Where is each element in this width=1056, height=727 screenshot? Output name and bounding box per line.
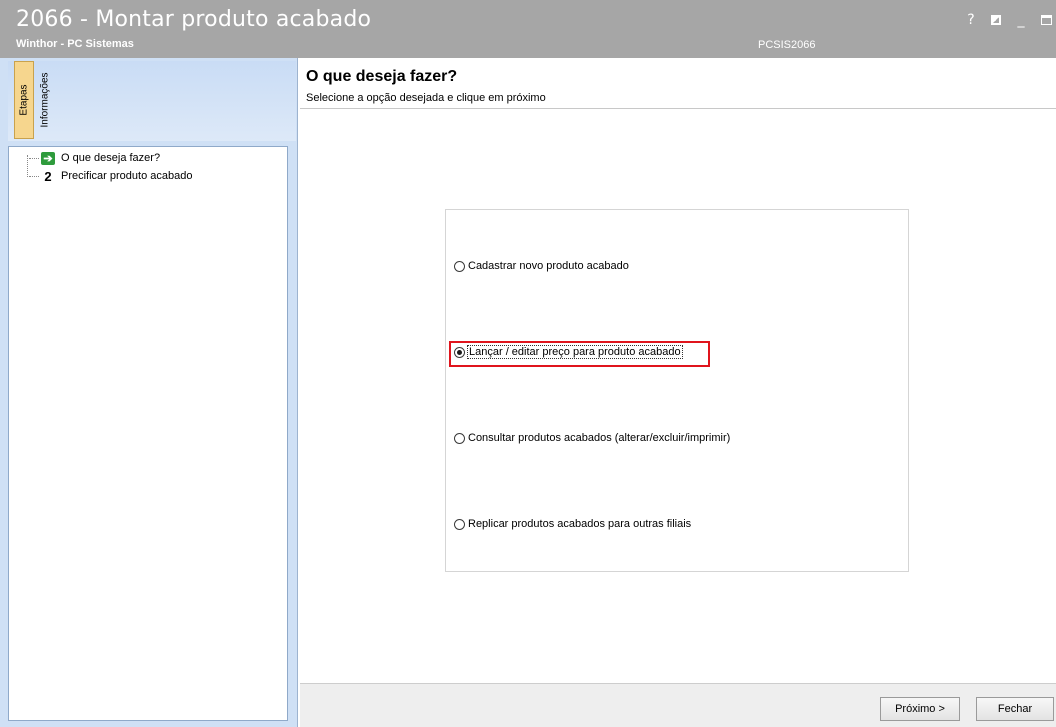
- step-number: 2: [44, 168, 52, 184]
- option-replicar[interactable]: Replicar produtos acabados para outras f…: [454, 518, 691, 530]
- routine-code: PCSIS2066: [758, 39, 816, 51]
- window-subtitle: Winthor - PC Sistemas: [16, 38, 134, 50]
- window-controls: ? _: [965, 12, 1052, 28]
- restore-icon[interactable]: [991, 15, 1001, 25]
- radio-button[interactable]: [454, 260, 465, 272]
- window-title: 2066 - Montar produto acabado: [16, 7, 372, 32]
- tab-informacoes-label: Informações: [39, 72, 51, 128]
- arrow-right-icon: ➔: [41, 151, 55, 165]
- title-bar: 2066 - Montar produto acabado Winthor - …: [0, 0, 1056, 58]
- option-label: Consultar produtos acabados (alterar/exc…: [468, 432, 731, 444]
- steps-tab-strip: Etapas Informações: [8, 61, 296, 141]
- help-button[interactable]: ?: [965, 12, 977, 28]
- header-divider: [300, 108, 1056, 109]
- radio-button[interactable]: [454, 518, 465, 530]
- tab-informacoes[interactable]: Informações: [35, 61, 55, 139]
- step-item-1[interactable]: ➔ O que deseja fazer?: [29, 151, 160, 165]
- option-lancar-preco[interactable]: Lançar / editar preço para produto acaba…: [454, 345, 683, 359]
- radio-button[interactable]: [454, 432, 465, 444]
- option-label: Lançar / editar preço para produto acaba…: [467, 345, 683, 359]
- option-consultar[interactable]: Consultar produtos acabados (alterar/exc…: [454, 432, 730, 444]
- page-title: O que deseja fazer?: [306, 68, 458, 85]
- tab-etapas[interactable]: Etapas: [14, 61, 34, 139]
- option-label: Replicar produtos acabados para outras f…: [468, 518, 692, 530]
- steps-panel: Etapas Informações ➔ O que deseja fazer?…: [0, 58, 298, 727]
- radio-button-checked[interactable]: [454, 346, 465, 358]
- step-label: O que deseja fazer?: [61, 152, 161, 164]
- maximize-icon[interactable]: [1041, 15, 1052, 25]
- option-label: Cadastrar novo produto acabado: [468, 260, 629, 272]
- step-item-2[interactable]: 2 Precificar produto acabado: [29, 168, 193, 184]
- option-cadastrar[interactable]: Cadastrar novo produto acabado: [454, 260, 629, 272]
- steps-tree: ➔ O que deseja fazer? 2 Precificar produ…: [8, 146, 288, 721]
- page-instruction: Selecione a opção desejada e clique em p…: [306, 92, 546, 104]
- close-button[interactable]: Fechar: [976, 697, 1054, 721]
- minimize-button[interactable]: _: [1015, 12, 1027, 28]
- next-button[interactable]: Próximo >: [880, 697, 960, 721]
- tab-etapas-label: Etapas: [18, 84, 30, 116]
- step-label: Precificar produto acabado: [61, 170, 193, 182]
